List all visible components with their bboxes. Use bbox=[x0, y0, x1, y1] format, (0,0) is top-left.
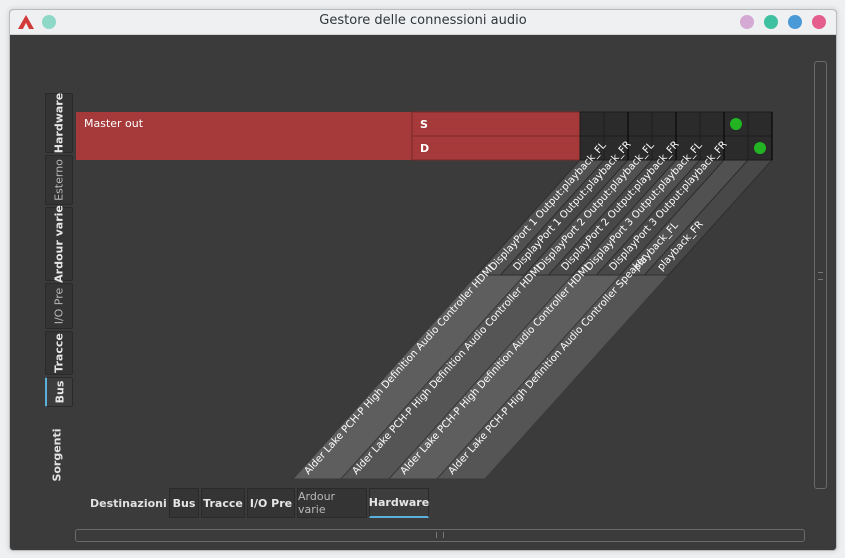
matrix-cell[interactable] bbox=[651, 111, 677, 137]
matrix-cell[interactable] bbox=[747, 111, 773, 137]
scrollbar-grip-icon bbox=[436, 532, 444, 538]
matrix-cell[interactable] bbox=[675, 111, 701, 137]
title-bar[interactable]: Gestore delle connessioni audio bbox=[10, 10, 836, 35]
close-button[interactable] bbox=[812, 15, 826, 29]
destinations-label: Destinazioni bbox=[90, 497, 167, 510]
connection-matrix: Master out SD Alder Lake PCH-P High Defin… bbox=[76, 111, 774, 480]
keep-above-button[interactable] bbox=[740, 15, 754, 29]
audio-connections-window: Gestore delle connessioni audio Hardware… bbox=[9, 9, 837, 551]
vertical-scrollbar[interactable] bbox=[814, 61, 827, 489]
matrix-cell[interactable] bbox=[579, 111, 605, 137]
source-port-label: D bbox=[420, 142, 429, 155]
maximize-button[interactable] bbox=[788, 15, 802, 29]
window-title: Gestore delle connessioni audio bbox=[319, 13, 527, 28]
matrix-cell[interactable] bbox=[627, 111, 653, 137]
matrix-cell[interactable] bbox=[603, 111, 629, 137]
port-matrix-area: Hardware Esterno Ardour varie I/O Pre Tr… bbox=[17, 35, 829, 543]
connection-dot[interactable] bbox=[754, 142, 766, 154]
scrollbar-grip-icon bbox=[818, 272, 823, 280]
source-port-label: S bbox=[420, 118, 428, 131]
dest-tab-tracce[interactable]: Tracce bbox=[201, 488, 245, 518]
connection-dot[interactable] bbox=[730, 118, 742, 130]
dest-tab-ardour-varie[interactable]: Ardour varie bbox=[297, 488, 367, 518]
horizontal-scrollbar[interactable] bbox=[75, 529, 805, 542]
dest-tab-hardware[interactable]: Hardware bbox=[369, 488, 429, 518]
source-port-cell bbox=[411, 111, 581, 137]
source-port-cell bbox=[411, 135, 581, 161]
matrix-cell[interactable] bbox=[699, 111, 725, 137]
minimize-button[interactable] bbox=[764, 15, 778, 29]
source-bundle-label: Master out bbox=[84, 117, 144, 130]
dest-tab-bus[interactable]: Bus bbox=[169, 488, 199, 518]
dest-tab-io-pre[interactable]: I/O Pre bbox=[247, 488, 295, 518]
